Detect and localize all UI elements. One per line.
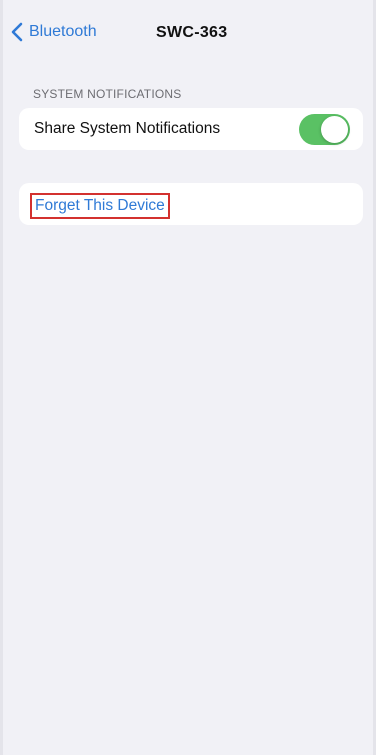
bluetooth-device-detail-screen: Bluetooth SWC-363 SYSTEM NOTIFICATIONS S… [0, 0, 376, 755]
section-header-system-notifications: SYSTEM NOTIFICATIONS [33, 87, 182, 101]
system-notifications-group: Share System Notifications [19, 108, 363, 150]
page-title: SWC-363 [156, 24, 228, 41]
share-system-notifications-toggle[interactable] [299, 114, 350, 145]
forget-device-button[interactable]: Forget This Device [30, 193, 170, 219]
chevron-left-icon [11, 22, 23, 42]
navigation-bar: Bluetooth SWC-363 [3, 0, 373, 64]
back-button[interactable]: Bluetooth [11, 20, 97, 44]
back-button-label: Bluetooth [29, 23, 97, 40]
device-actions-group: Forget This Device [19, 183, 363, 225]
toggle-knob [321, 116, 348, 143]
share-system-notifications-label: Share System Notifications [34, 120, 221, 137]
